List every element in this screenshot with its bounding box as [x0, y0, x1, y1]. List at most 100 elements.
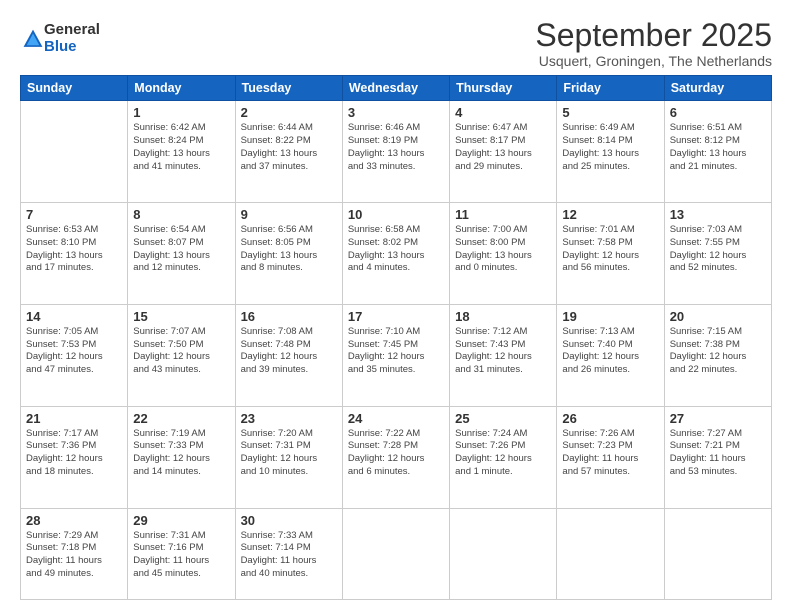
day-info: Sunrise: 7:27 AM Sunset: 7:21 PM Dayligh…	[670, 428, 766, 479]
table-row: 3 Sunrise: 6:46 AM Sunset: 8:19 PM Daylig…	[342, 101, 449, 203]
day-info: Sunrise: 7:24 AM Sunset: 7:26 PM Dayligh…	[455, 428, 551, 479]
day-number: 24	[348, 411, 444, 426]
col-monday: Monday	[128, 76, 235, 101]
day-info: Sunrise: 7:05 AM Sunset: 7:53 PM Dayligh…	[26, 326, 122, 377]
day-info: Sunrise: 6:44 AM Sunset: 8:22 PM Dayligh…	[241, 122, 337, 173]
col-friday: Friday	[557, 76, 664, 101]
day-info: Sunrise: 7:31 AM Sunset: 7:16 PM Dayligh…	[133, 530, 229, 581]
day-number: 4	[455, 105, 551, 120]
title-block: September 2025 Usquert, Groningen, The N…	[535, 18, 772, 69]
day-number: 19	[562, 309, 658, 324]
logo-general: General	[44, 21, 100, 38]
day-number: 21	[26, 411, 122, 426]
day-info: Sunrise: 6:58 AM Sunset: 8:02 PM Dayligh…	[348, 224, 444, 275]
location: Usquert, Groningen, The Netherlands	[535, 53, 772, 69]
table-row: 11 Sunrise: 7:00 AM Sunset: 8:00 PM Dayli…	[450, 203, 557, 305]
day-number: 20	[670, 309, 766, 324]
day-number: 28	[26, 513, 122, 528]
table-row	[557, 508, 664, 600]
table-row: 16 Sunrise: 7:08 AM Sunset: 7:48 PM Dayli…	[235, 304, 342, 406]
table-row: 18 Sunrise: 7:12 AM Sunset: 7:43 PM Dayli…	[450, 304, 557, 406]
calendar-header-row: Sunday Monday Tuesday Wednesday Thursday…	[21, 76, 772, 101]
table-row: 24 Sunrise: 7:22 AM Sunset: 7:28 PM Dayli…	[342, 406, 449, 508]
day-number: 3	[348, 105, 444, 120]
col-sunday: Sunday	[21, 76, 128, 101]
table-row: 17 Sunrise: 7:10 AM Sunset: 7:45 PM Dayli…	[342, 304, 449, 406]
day-number: 25	[455, 411, 551, 426]
day-number: 10	[348, 207, 444, 222]
day-number: 11	[455, 207, 551, 222]
col-saturday: Saturday	[664, 76, 771, 101]
day-number: 16	[241, 309, 337, 324]
day-number: 23	[241, 411, 337, 426]
day-info: Sunrise: 7:00 AM Sunset: 8:00 PM Dayligh…	[455, 224, 551, 275]
day-number: 15	[133, 309, 229, 324]
day-info: Sunrise: 7:19 AM Sunset: 7:33 PM Dayligh…	[133, 428, 229, 479]
day-info: Sunrise: 7:12 AM Sunset: 7:43 PM Dayligh…	[455, 326, 551, 377]
day-info: Sunrise: 6:47 AM Sunset: 8:17 PM Dayligh…	[455, 122, 551, 173]
day-info: Sunrise: 7:26 AM Sunset: 7:23 PM Dayligh…	[562, 428, 658, 479]
col-thursday: Thursday	[450, 76, 557, 101]
table-row	[664, 508, 771, 600]
table-row: 13 Sunrise: 7:03 AM Sunset: 7:55 PM Dayli…	[664, 203, 771, 305]
table-row	[342, 508, 449, 600]
logo-icon	[22, 28, 44, 50]
header: General Blue September 2025 Usquert, Gro…	[20, 18, 772, 69]
day-info: Sunrise: 6:46 AM Sunset: 8:19 PM Dayligh…	[348, 122, 444, 173]
table-row: 10 Sunrise: 6:58 AM Sunset: 8:02 PM Dayli…	[342, 203, 449, 305]
day-number: 13	[670, 207, 766, 222]
day-number: 14	[26, 309, 122, 324]
table-row: 29Sunrise: 7:31 AM Sunset: 7:16 PM Dayli…	[128, 508, 235, 600]
day-info: Sunrise: 6:54 AM Sunset: 8:07 PM Dayligh…	[133, 224, 229, 275]
day-info: Sunrise: 7:03 AM Sunset: 7:55 PM Dayligh…	[670, 224, 766, 275]
day-info: Sunrise: 7:17 AM Sunset: 7:36 PM Dayligh…	[26, 428, 122, 479]
day-info: Sunrise: 6:51 AM Sunset: 8:12 PM Dayligh…	[670, 122, 766, 173]
day-number: 5	[562, 105, 658, 120]
day-info: Sunrise: 7:22 AM Sunset: 7:28 PM Dayligh…	[348, 428, 444, 479]
day-number: 12	[562, 207, 658, 222]
table-row: 19 Sunrise: 7:13 AM Sunset: 7:40 PM Dayli…	[557, 304, 664, 406]
table-row: 26 Sunrise: 7:26 AM Sunset: 7:23 PM Dayli…	[557, 406, 664, 508]
day-number: 1	[133, 105, 229, 120]
day-number: 7	[26, 207, 122, 222]
page: General Blue September 2025 Usquert, Gro…	[0, 0, 792, 612]
table-row: 30Sunrise: 7:33 AM Sunset: 7:14 PM Dayli…	[235, 508, 342, 600]
day-info: Sunrise: 7:15 AM Sunset: 7:38 PM Dayligh…	[670, 326, 766, 377]
table-row: 5Sunrise: 6:49 AM Sunset: 8:14 PM Daylig…	[557, 101, 664, 203]
table-row: 20 Sunrise: 7:15 AM Sunset: 7:38 PM Dayli…	[664, 304, 771, 406]
table-row: 25 Sunrise: 7:24 AM Sunset: 7:26 PM Dayli…	[450, 406, 557, 508]
table-row: 22 Sunrise: 7:19 AM Sunset: 7:33 PM Dayli…	[128, 406, 235, 508]
day-number: 2	[241, 105, 337, 120]
day-number: 18	[455, 309, 551, 324]
table-row: 28Sunrise: 7:29 AM Sunset: 7:18 PM Dayli…	[21, 508, 128, 600]
table-row: 7 Sunrise: 6:53 AM Sunset: 8:10 PM Daylig…	[21, 203, 128, 305]
table-row: 9 Sunrise: 6:56 AM Sunset: 8:05 PM Daylig…	[235, 203, 342, 305]
table-row: 1 Sunrise: 6:42 AM Sunset: 8:24 PM Daylig…	[128, 101, 235, 203]
day-info: Sunrise: 6:56 AM Sunset: 8:05 PM Dayligh…	[241, 224, 337, 275]
day-info: Sunrise: 6:42 AM Sunset: 8:24 PM Dayligh…	[133, 122, 229, 173]
day-info: Sunrise: 7:07 AM Sunset: 7:50 PM Dayligh…	[133, 326, 229, 377]
table-row: 27 Sunrise: 7:27 AM Sunset: 7:21 PM Dayli…	[664, 406, 771, 508]
month-title: September 2025	[535, 18, 772, 53]
day-number: 26	[562, 411, 658, 426]
day-number: 6	[670, 105, 766, 120]
calendar-table: Sunday Monday Tuesday Wednesday Thursday…	[20, 75, 772, 600]
table-row: 8Sunrise: 6:54 AM Sunset: 8:07 PM Daylig…	[128, 203, 235, 305]
day-info: Sunrise: 6:53 AM Sunset: 8:10 PM Dayligh…	[26, 224, 122, 275]
table-row: 6 Sunrise: 6:51 AM Sunset: 8:12 PM Daylig…	[664, 101, 771, 203]
day-number: 22	[133, 411, 229, 426]
logo-text: General Blue	[44, 22, 100, 55]
day-info: Sunrise: 7:10 AM Sunset: 7:45 PM Dayligh…	[348, 326, 444, 377]
day-number: 17	[348, 309, 444, 324]
day-info: Sunrise: 7:08 AM Sunset: 7:48 PM Dayligh…	[241, 326, 337, 377]
table-row: 12 Sunrise: 7:01 AM Sunset: 7:58 PM Dayli…	[557, 203, 664, 305]
table-row	[21, 101, 128, 203]
table-row: 4 Sunrise: 6:47 AM Sunset: 8:17 PM Daylig…	[450, 101, 557, 203]
day-info: Sunrise: 7:20 AM Sunset: 7:31 PM Dayligh…	[241, 428, 337, 479]
day-number: 30	[241, 513, 337, 528]
day-info: Sunrise: 7:01 AM Sunset: 7:58 PM Dayligh…	[562, 224, 658, 275]
day-number: 9	[241, 207, 337, 222]
logo: General Blue	[20, 22, 100, 55]
day-info: Sunrise: 7:13 AM Sunset: 7:40 PM Dayligh…	[562, 326, 658, 377]
day-number: 27	[670, 411, 766, 426]
